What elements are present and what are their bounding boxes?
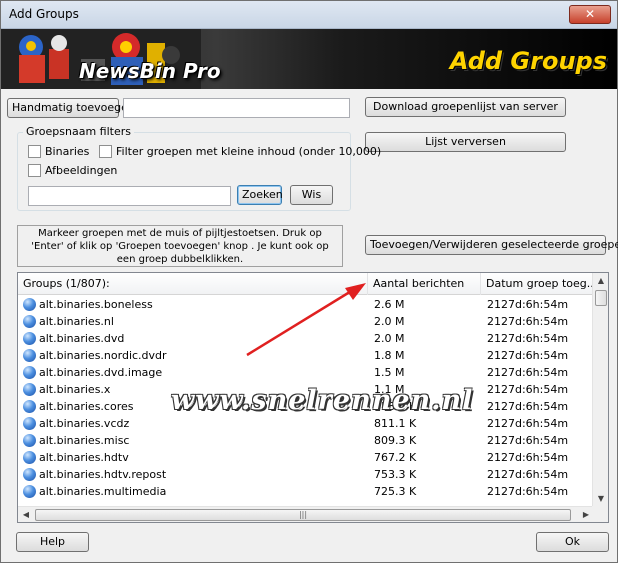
group-name: alt.binaries.multimedia — [39, 485, 167, 498]
search-button[interactable]: Zoeken — [237, 185, 283, 205]
date-added: 2127d:6h:54m — [487, 366, 569, 379]
scroll-up-icon[interactable]: ▲ — [593, 273, 608, 289]
date-added: 2127d:6h:54m — [487, 332, 569, 345]
globe-icon — [23, 315, 36, 328]
globe-icon — [23, 434, 36, 447]
close-button[interactable]: ✕ — [569, 5, 611, 24]
scrollbar-corner — [592, 506, 608, 522]
clear-button[interactable]: Wis — [290, 185, 333, 205]
date-added: 2127d:6h:54m — [487, 400, 569, 413]
binaries-label: Binaries — [45, 145, 90, 158]
app-name-logo: NewsBin Pro — [79, 59, 221, 83]
title-bar[interactable]: Add Groups ✕ — [1, 1, 617, 29]
table-row[interactable]: alt.binaries.vcdz 811.1 K 2127d:6h:54m — [18, 415, 594, 432]
message-count: 1.5 M — [374, 366, 405, 379]
table-row[interactable]: alt.binaries.dvd.image 1.5 M 2127d:6h:54… — [18, 364, 594, 381]
globe-icon — [23, 366, 36, 379]
group-name: alt.binaries.misc — [39, 434, 130, 447]
group-name: alt.binaries.dvd.image — [39, 366, 163, 379]
list-header: Groups (1/807): Aantal berichten Datum g… — [18, 273, 594, 295]
group-name: alt.binaries.hdtv.repost — [39, 468, 167, 481]
message-count: 725.3 K — [374, 485, 417, 498]
date-added: 2127d:6h:54m — [487, 451, 569, 464]
table-row[interactable]: alt.binaries.hdtv.repost 753.3 K 2127d:6… — [18, 466, 594, 483]
message-count: 809.3 K — [374, 434, 417, 447]
table-row[interactable]: alt.binaries.hdtv 767.2 K 2127d:6h:54m — [18, 449, 594, 466]
horizontal-scroll-thumb[interactable]: ||| — [35, 509, 571, 521]
help-button[interactable]: Help — [16, 532, 89, 552]
scroll-down-icon[interactable]: ▼ — [593, 491, 608, 507]
refresh-list-button[interactable]: Lijst verversen — [365, 132, 566, 152]
table-row[interactable]: alt.binaries.boneless 2.6 M 2127d:6h:54m — [18, 296, 594, 313]
binaries-checkbox[interactable]: Binaries — [28, 145, 89, 158]
message-count: 1.8 M — [374, 349, 405, 362]
checkbox-box[interactable] — [28, 145, 41, 158]
column-header-date-added[interactable]: Datum groep toeg... — [481, 273, 594, 295]
group-name: alt.binaries.hdtv — [39, 451, 129, 464]
group-name: alt.binaries.boneless — [39, 298, 153, 311]
globe-icon — [23, 349, 36, 362]
column-header-groups[interactable]: Groups (1/807): — [18, 273, 368, 295]
globe-icon — [23, 332, 36, 345]
ok-button[interactable]: Ok — [536, 532, 609, 552]
date-added: 2127d:6h:54m — [487, 468, 569, 481]
group-name: alt.binaries.nl — [39, 315, 114, 328]
date-added: 2127d:6h:54m — [487, 315, 569, 328]
search-input[interactable] — [28, 186, 231, 206]
date-added: 2127d:6h:54m — [487, 349, 569, 362]
add-groups-window: Add Groups ✕ NewsBin Pro Add Groups Hand… — [0, 0, 618, 563]
column-header-message-count[interactable]: Aantal berichten — [368, 273, 481, 295]
checkbox-box[interactable] — [99, 145, 112, 158]
images-checkbox[interactable]: Afbeeldingen — [28, 164, 117, 177]
message-count: 767.2 K — [374, 451, 417, 464]
scroll-left-icon[interactable]: ◀ — [18, 507, 34, 522]
vertical-scrollbar[interactable]: ▲ ▼ — [592, 273, 608, 507]
manual-add-button[interactable]: Handmatig toevoegen — [7, 98, 135, 118]
group-name: alt.binaries.cores — [39, 400, 134, 413]
message-count: 2.6 M — [374, 298, 405, 311]
globe-icon — [23, 383, 36, 396]
add-remove-selected-button[interactable]: Toevoegen/Verwijderen geselecteerde groe… — [365, 235, 618, 255]
group-name: alt.binaries.dvd — [39, 332, 125, 345]
manual-group-input[interactable] — [123, 98, 350, 118]
table-row[interactable]: alt.binaries.nordic.dvdr 1.8 M 2127d:6h:… — [18, 347, 594, 364]
message-count: 811.1 K — [374, 417, 417, 430]
date-added: 2127d:6h:54m — [487, 383, 569, 396]
globe-icon — [23, 400, 36, 413]
date-added: 2127d:6h:54m — [487, 434, 569, 447]
table-row[interactable]: alt.binaries.misc 809.3 K 2127d:6h:54m — [18, 432, 594, 449]
vertical-scroll-thumb[interactable] — [595, 290, 607, 306]
checkbox-box[interactable] — [28, 164, 41, 177]
globe-icon — [23, 485, 36, 498]
date-added: 2127d:6h:54m — [487, 298, 569, 311]
horizontal-scrollbar[interactable]: ◀ ||| ▶ — [18, 506, 594, 522]
group-name: alt.binaries.vcdz — [39, 417, 130, 430]
filter-small-groups-checkbox[interactable]: Filter groepen met kleine inhoud (onder … — [99, 145, 381, 158]
globe-icon — [23, 298, 36, 311]
banner-heading: Add Groups — [449, 47, 607, 75]
date-added: 2127d:6h:54m — [487, 485, 569, 498]
window-title: Add Groups — [9, 7, 79, 21]
images-label: Afbeeldingen — [45, 164, 118, 177]
banner: NewsBin Pro Add Groups — [1, 29, 617, 89]
message-count: 753.3 K — [374, 468, 417, 481]
instructions-text: Markeer groepen met de muis of pijltjest… — [17, 225, 343, 267]
table-row[interactable]: alt.binaries.multimedia 725.3 K 2127d:6h… — [18, 483, 594, 500]
globe-icon — [23, 451, 36, 464]
date-added: 2127d:6h:54m — [487, 417, 569, 430]
message-count: 2.0 M — [374, 315, 405, 328]
group-name-filters-label: Groepsnaam filters — [23, 125, 134, 138]
watermark: www.snelrennen.nl — [171, 385, 474, 416]
table-row[interactable]: alt.binaries.dvd 2.0 M 2127d:6h:54m — [18, 330, 594, 347]
filter-small-groups-label: Filter groepen met kleine inhoud (onder … — [116, 145, 382, 158]
globe-icon — [23, 468, 36, 481]
globe-icon — [23, 417, 36, 430]
group-name: alt.binaries.nordic.dvdr — [39, 349, 167, 362]
group-name: alt.binaries.x — [39, 383, 111, 396]
table-row[interactable]: alt.binaries.nl 2.0 M 2127d:6h:54m — [18, 313, 594, 330]
message-count: 2.0 M — [374, 332, 405, 345]
download-grouplist-button[interactable]: Download groepenlijst van server — [365, 97, 566, 117]
